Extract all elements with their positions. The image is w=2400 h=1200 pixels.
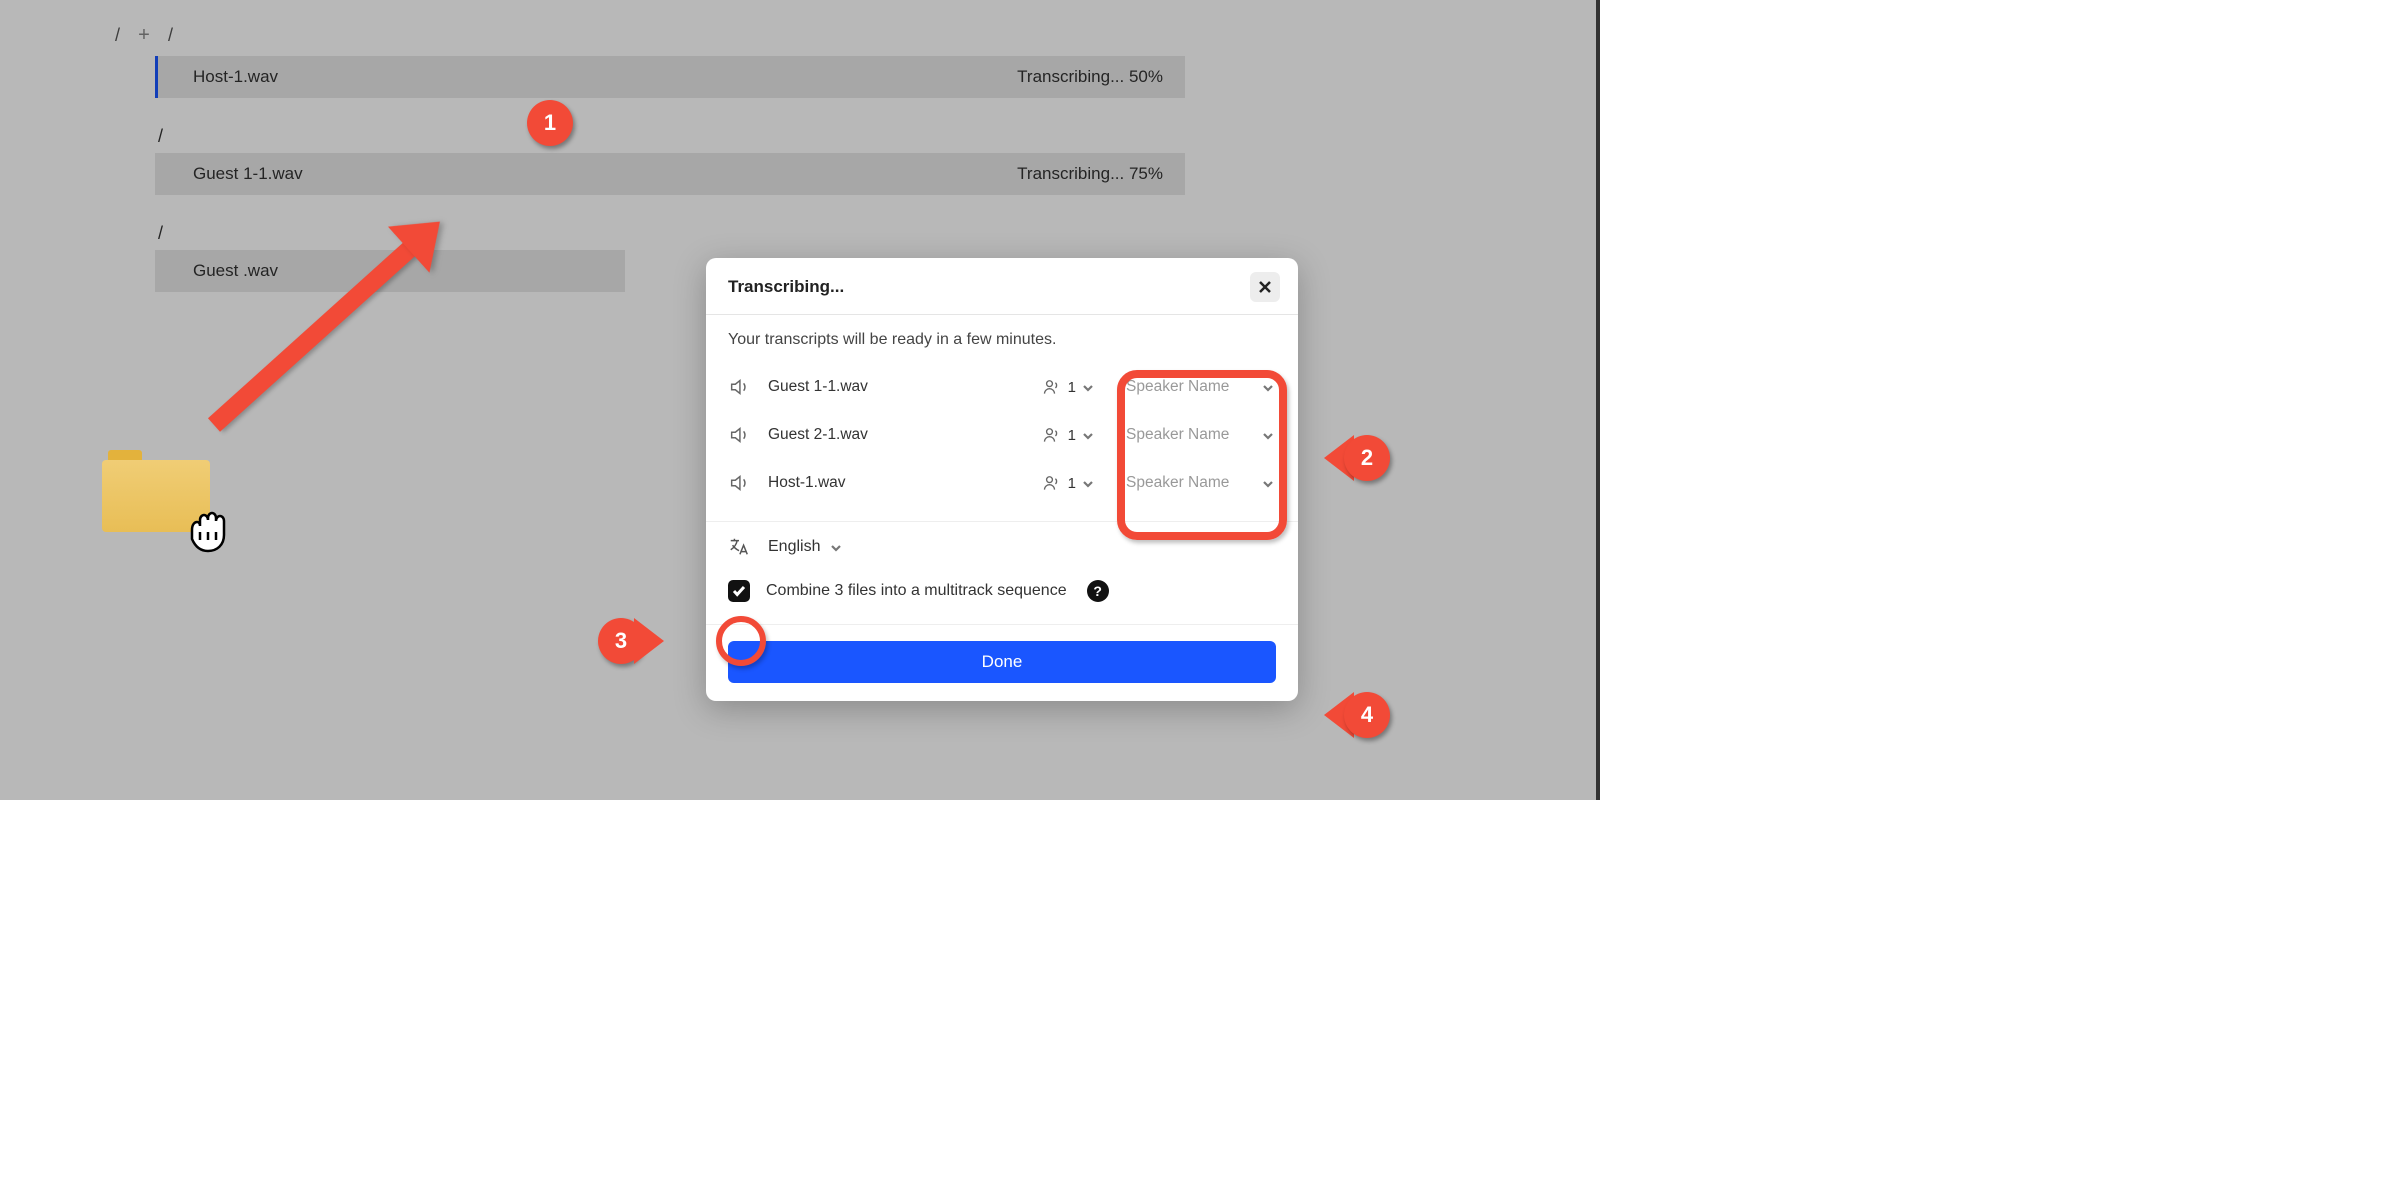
chevron-down-icon bbox=[1082, 381, 1094, 393]
people-icon bbox=[1042, 425, 1062, 445]
people-icon bbox=[1042, 377, 1062, 397]
modal-title: Transcribing... bbox=[728, 277, 844, 297]
help-icon[interactable]: ? bbox=[1087, 580, 1109, 602]
modal-footer: Done bbox=[706, 625, 1298, 701]
language-select[interactable]: English bbox=[768, 538, 842, 556]
modal-file-name: Guest 2-1.wav bbox=[768, 426, 1030, 444]
close-button[interactable] bbox=[1250, 272, 1280, 302]
speaker-count[interactable]: 1 bbox=[1042, 473, 1094, 493]
audio-icon bbox=[728, 472, 750, 494]
speaker-count[interactable]: 1 bbox=[1042, 425, 1094, 445]
modal-file-name: Guest 1-1.wav bbox=[768, 378, 1030, 396]
audio-icon bbox=[728, 376, 750, 398]
combine-row: Combine 3 files into a multitrack sequen… bbox=[706, 572, 1298, 625]
combine-checkbox[interactable] bbox=[728, 580, 750, 602]
translate-icon bbox=[728, 536, 750, 558]
modal-file-name: Host-1.wav bbox=[768, 474, 1030, 492]
right-border bbox=[1596, 0, 1600, 800]
annotation-highlight-speaker bbox=[1117, 370, 1287, 540]
chevron-down-icon bbox=[1082, 429, 1094, 441]
folder-drag-illustration bbox=[102, 450, 210, 532]
modal-header: Transcribing... bbox=[706, 258, 1298, 315]
close-icon bbox=[1258, 280, 1272, 294]
annotation-callout-4: 4 bbox=[1324, 692, 1390, 738]
people-icon bbox=[1042, 473, 1062, 493]
speaker-count[interactable]: 1 bbox=[1042, 377, 1094, 397]
modal-subtitle: Your transcripts will be ready in a few … bbox=[706, 315, 1298, 357]
grab-cursor-icon bbox=[180, 506, 236, 556]
annotation-callout-3: 3 bbox=[598, 618, 664, 664]
combine-label: Combine 3 files into a multitrack sequen… bbox=[766, 582, 1067, 600]
check-icon bbox=[732, 584, 746, 598]
audio-icon bbox=[728, 424, 750, 446]
annotation-highlight-checkbox bbox=[716, 616, 766, 666]
chevron-down-icon bbox=[1082, 477, 1094, 489]
annotation-callout-2: 2 bbox=[1324, 435, 1390, 481]
chevron-down-icon bbox=[830, 541, 842, 553]
done-button[interactable]: Done bbox=[728, 641, 1276, 683]
annotation-callout-1: 1 bbox=[527, 100, 573, 146]
